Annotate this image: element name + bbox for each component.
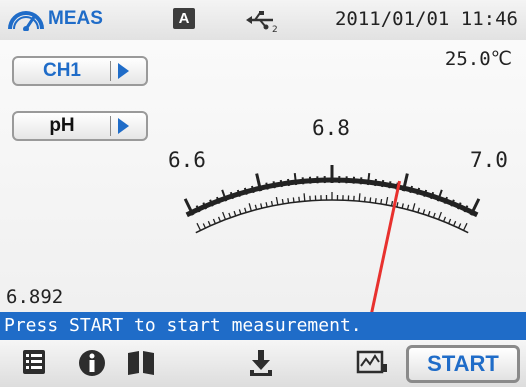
book-icon[interactable] [126, 348, 156, 376]
inner-scale-tick [390, 200, 394, 207]
inner-scale-tick [369, 197, 372, 203]
outer-scale-tick [272, 181, 276, 189]
inner-scale-tick [406, 204, 410, 210]
outer-scale-tick [388, 181, 392, 189]
inner-scale-tick [287, 198, 290, 204]
inner-scale-tick [228, 212, 232, 218]
status-message: Press START to start measurement. [0, 312, 526, 340]
outer-scale-tick [293, 173, 298, 186]
inner-scale-tick [427, 210, 431, 217]
inner-scale-tick [303, 193, 306, 202]
graph-icon[interactable] [356, 348, 388, 376]
inner-scale-tick [443, 216, 447, 222]
inner-scale-tick [396, 202, 399, 208]
meter-gauge-icon [8, 11, 44, 31]
outer-scale-tick [381, 179, 385, 188]
inner-scale-tick [363, 196, 366, 202]
inner-scale-tick [432, 212, 436, 218]
scale-label-max: 7.0 [470, 148, 508, 172]
inner-scale-tick [207, 220, 211, 227]
inner-scale-tick [217, 216, 221, 222]
svg-text:2: 2 [272, 25, 278, 34]
inner-scale-tick [298, 196, 301, 202]
inner-scale-tick [358, 193, 361, 202]
inner-scale-tick [270, 200, 274, 207]
inner-scale-tick [462, 222, 468, 231]
inner-scale-tick [385, 196, 389, 206]
inner-scale-tick [248, 203, 252, 212]
range-badge: A [173, 8, 195, 29]
inner-scale-tick [292, 197, 295, 203]
start-button[interactable]: START [406, 345, 520, 383]
mode-label: MEAS [48, 8, 103, 29]
measured-value: 6.892 [6, 286, 64, 308]
inner-scale-tick [238, 209, 242, 215]
inner-scale-tick [401, 203, 404, 209]
inner-scale-tick [281, 198, 284, 205]
inner-scale-tick [222, 211, 227, 220]
inner-scale-tick [275, 196, 279, 206]
analog-meter [183, 165, 481, 312]
usb-icon: 2 [246, 11, 278, 34]
outer-scale-tick [279, 179, 283, 188]
inner-scale-tick [412, 203, 416, 212]
inner-scale-arc [195, 199, 469, 234]
inner-scale-tick [233, 210, 237, 217]
inner-scale-tick [417, 207, 420, 213]
status-bar: MEAS A 2 2011/01/01 11:46 [0, 0, 526, 40]
inner-scale-ticks [195, 192, 469, 234]
scale-label-mid: 6.8 [312, 116, 350, 140]
inner-scale-tick [458, 223, 462, 229]
inner-scale-tick [212, 218, 216, 224]
inner-scale-tick [437, 211, 442, 220]
inner-scale-tick [422, 209, 426, 215]
inner-scale-tick [244, 207, 247, 213]
inner-scale-tick [260, 203, 263, 209]
outer-scale-tick [287, 178, 290, 187]
scale-label-min: 6.6 [168, 148, 206, 172]
outer-scale-tick [374, 178, 377, 187]
inner-scale-tick [202, 223, 206, 229]
inner-scale-tick [254, 204, 258, 210]
outer-scale-ticks [183, 165, 481, 218]
outer-scale-tick [366, 173, 371, 186]
menu-list-icon[interactable] [22, 348, 46, 376]
outer-scale-tick [301, 177, 305, 185]
inner-scale-tick [453, 220, 457, 227]
info-icon[interactable] [78, 348, 106, 378]
inner-scale-tick [380, 198, 383, 205]
inner-scale-tick [196, 222, 202, 231]
download-icon[interactable] [248, 348, 274, 378]
inner-scale-tick [448, 218, 452, 224]
datetime: 2011/01/01 11:46 [334, 8, 518, 30]
outer-scale-tick [265, 182, 269, 190]
inner-scale-tick [374, 198, 377, 204]
outer-scale-tick [359, 177, 363, 185]
inner-scale-tick [265, 202, 268, 208]
